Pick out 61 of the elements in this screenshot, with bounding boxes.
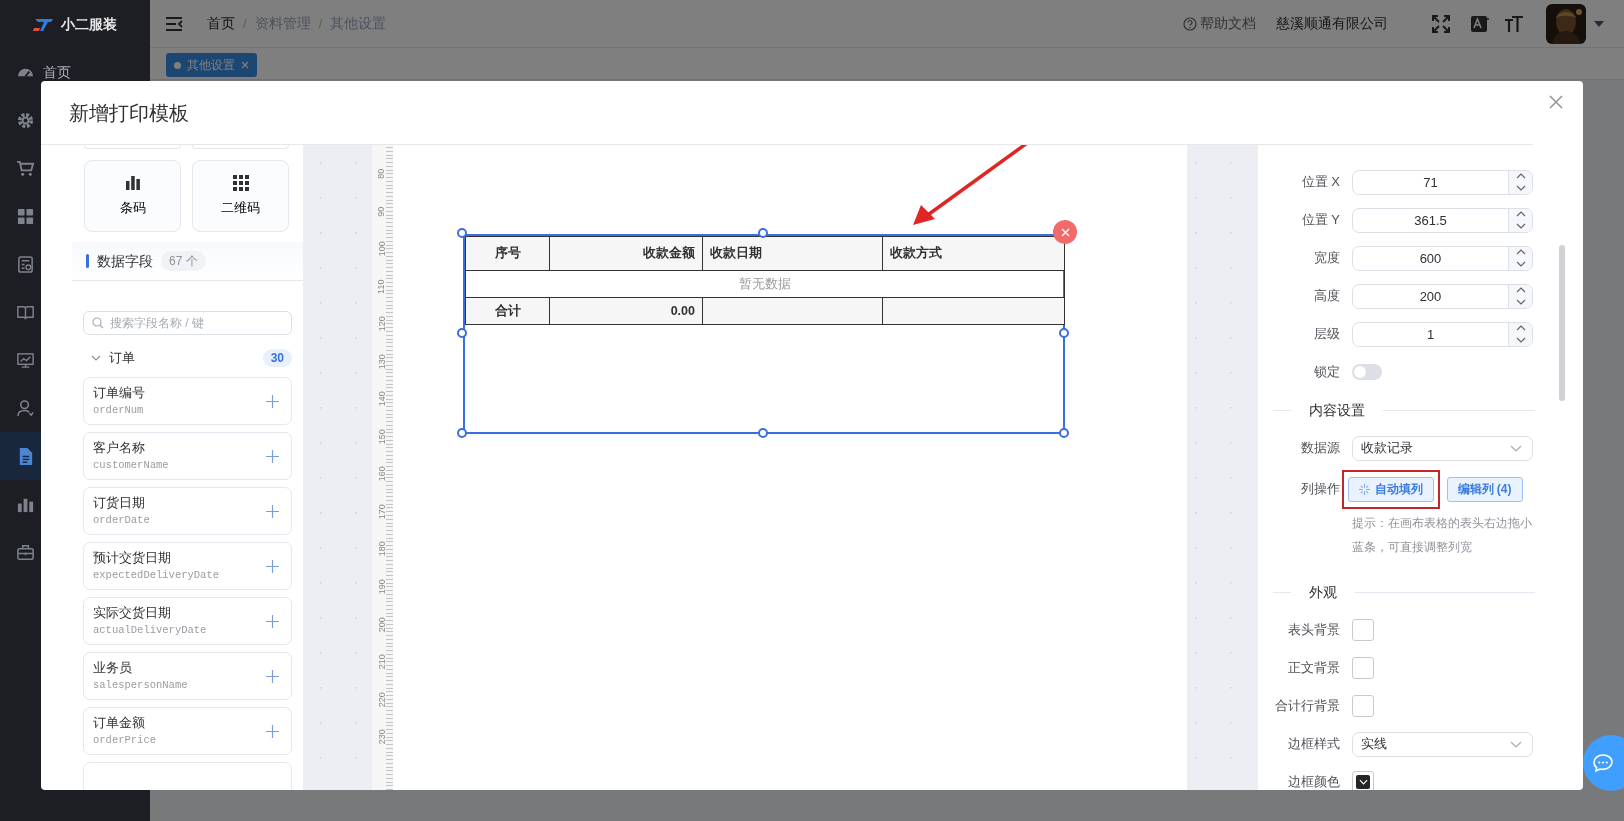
ruler-label: 170 [375, 504, 388, 520]
field-label: 实际交货日期 [93, 604, 172, 623]
dialog-title: 新增打印模板 [69, 100, 189, 126]
field-label: 客户名称 [93, 439, 146, 458]
field-label: 锁定 [1313, 363, 1341, 382]
table-header-cell: 收款方式 [882, 236, 1065, 271]
field-label: 位置 Y [1300, 211, 1341, 230]
logo-text: 小二服装 [61, 14, 118, 34]
field-label: 位置 X [1300, 173, 1341, 192]
field-key: salespersonName [93, 677, 266, 694]
table-cell: 0.00 [549, 297, 703, 325]
field-label: 数据源 [1300, 439, 1341, 458]
field-label: 订货日期 [93, 494, 146, 513]
breadcrumb-separator: / [243, 14, 247, 33]
table-header-cell: 序号 [465, 236, 550, 271]
ruler-label: 120 [375, 316, 388, 332]
ruler-label: 140 [375, 391, 388, 407]
field-label: 业务员 [93, 659, 133, 678]
ruler-label: 220 [375, 691, 388, 707]
ruler-label: 110 [375, 279, 388, 294]
ruler-label: 200 [375, 616, 388, 632]
field-key: expectedDeliveryDate [93, 567, 266, 584]
ruler-label: 210 [375, 654, 388, 670]
field-label: 宽度 [1313, 249, 1341, 268]
count-badge: 30 [262, 349, 292, 367]
table-header-cell: 收款日期 [702, 236, 883, 271]
ruler-label: 190 [375, 579, 388, 595]
empty-text: 暂无数据 [465, 270, 1065, 298]
hint-text: 提示：在画布表格的表头右边拖小蓝条，可直接调整列宽 [1352, 515, 1533, 556]
field-label: 合计行背景 [1274, 697, 1341, 716]
field-key: orderDate [93, 512, 266, 529]
field-label: 订单金额 [93, 714, 146, 733]
ruler-label: 150 [375, 429, 388, 445]
table-header-cell: 收款金额 [549, 236, 703, 271]
field-key: customerName [93, 457, 266, 474]
field-label: 层级 [1313, 325, 1341, 344]
field-label: 表头背景 [1287, 621, 1341, 640]
ruler-label: 180 [375, 541, 388, 557]
section-title: 外观 [1309, 582, 1337, 602]
ruler-label: 160 [375, 466, 388, 482]
field-key: orderNum [93, 402, 266, 419]
ruler-label: 230 [375, 729, 388, 745]
section-title: 内容设置 [1309, 400, 1365, 420]
field-label: 边框样式 [1287, 735, 1341, 754]
breadcrumb-separator: / [318, 14, 323, 33]
field-label: 边框颜色 [1287, 773, 1341, 790]
section-title: 数据字段 [97, 251, 153, 271]
count-badge: 67 个 [161, 251, 206, 271]
company-name: 慈溪顺通有限公司 [1276, 14, 1388, 33]
ruler-label: 80 [375, 168, 388, 179]
field-label: 高度 [1313, 287, 1341, 306]
field-label: 预计交货日期 [93, 549, 172, 568]
field-label: 正文背景 [1287, 659, 1341, 678]
field-key: orderPrice [93, 732, 266, 749]
field-label: 列操作 [1300, 480, 1341, 499]
field-label: 订单编号 [93, 384, 146, 403]
table-cell: 合计 [465, 297, 550, 325]
ruler-label: 100 [375, 241, 388, 257]
ruler-label: 90 [375, 206, 388, 217]
ruler-label: 130 [375, 354, 388, 369]
field-key: actualDeliveryDate [93, 622, 266, 639]
